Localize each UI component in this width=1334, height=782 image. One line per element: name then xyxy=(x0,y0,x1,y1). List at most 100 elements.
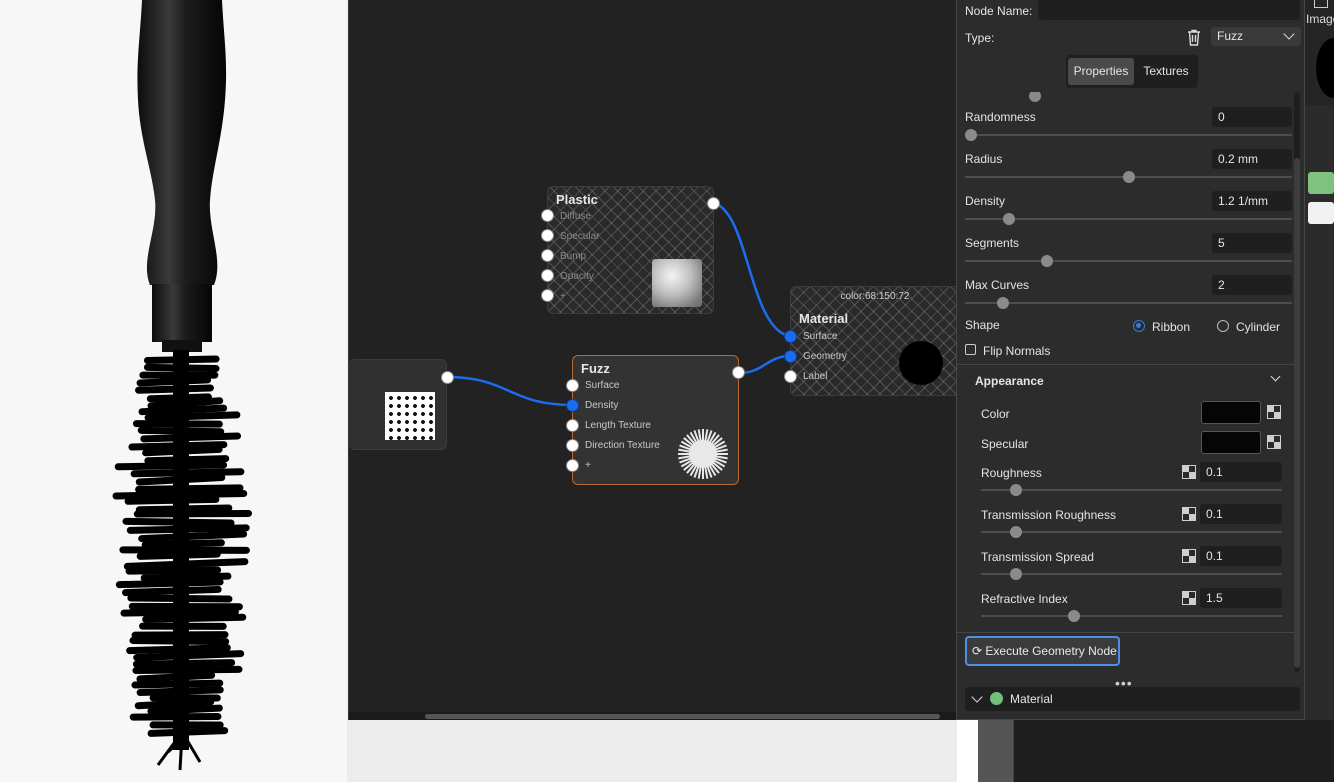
bristle xyxy=(143,363,220,373)
randomness-slider[interactable] xyxy=(965,129,1292,141)
fuzz-surface-socket[interactable] xyxy=(566,379,579,392)
color-label: Color xyxy=(981,407,1010,421)
refresh-icon: ⟳ xyxy=(972,644,983,658)
randomness-field[interactable]: 0 xyxy=(1212,107,1292,127)
texture-checker-icon[interactable] xyxy=(1182,465,1196,479)
material-label-socket[interactable] xyxy=(784,370,797,383)
material-node-title: Material xyxy=(799,311,849,326)
max-curves-label: Max Curves xyxy=(965,278,1030,292)
fuzz-length-texture-socket[interactable] xyxy=(566,419,579,432)
bristle xyxy=(125,566,222,575)
plastic-output-socket[interactable] xyxy=(707,197,720,210)
texture-output-socket[interactable] xyxy=(441,371,454,384)
render-viewport[interactable] xyxy=(0,0,348,782)
max-curves-slider[interactable] xyxy=(965,297,1292,309)
transmission-roughness-field[interactable]: 0.1 xyxy=(1200,504,1282,524)
bristle xyxy=(140,432,242,443)
texture-node[interactable] xyxy=(349,359,454,450)
material-preview xyxy=(899,341,943,385)
slider-thumb[interactable] xyxy=(1067,610,1080,622)
trash-icon[interactable] xyxy=(1186,29,1202,46)
slider-thumb[interactable] xyxy=(1122,171,1135,183)
chevron-down-icon[interactable] xyxy=(1270,371,1281,382)
type-select[interactable]: Fuzz xyxy=(1211,27,1301,46)
plastic-specular-socket[interactable] xyxy=(541,229,554,242)
max-curves-field[interactable]: 2 xyxy=(1212,275,1292,295)
material-node[interactable]: color:68:150:72 Material Surface Geometr… xyxy=(784,286,958,396)
refractive-index-field[interactable]: 1.5 xyxy=(1200,588,1282,608)
bristle xyxy=(143,355,220,364)
radius-field[interactable]: 0.2 mm xyxy=(1212,149,1292,169)
material-port-label: Surface xyxy=(803,331,838,342)
plastic-opacity-socket[interactable] xyxy=(541,269,554,282)
panel-scrollbar[interactable] xyxy=(1294,92,1300,672)
plastic-diffuse-socket[interactable] xyxy=(541,209,554,222)
plastic-node-title: Plastic xyxy=(556,192,598,207)
slider-thumb[interactable] xyxy=(1040,255,1053,267)
image-preview xyxy=(1316,38,1334,98)
specular-well[interactable] xyxy=(1201,431,1261,454)
texture-checker-icon[interactable] xyxy=(1182,591,1196,605)
slider-thumb[interactable] xyxy=(1002,213,1015,225)
plastic-node[interactable]: Plastic Diffuse Specular Bump Opacity + xyxy=(541,186,720,314)
plastic-port-label: + xyxy=(560,291,566,302)
node-editor-scrollbar[interactable] xyxy=(349,712,958,720)
bristle xyxy=(142,445,223,457)
slider-thumb[interactable] xyxy=(996,297,1009,309)
radius-slider[interactable] xyxy=(965,171,1292,183)
fuzz-output-socket[interactable] xyxy=(732,366,745,379)
texture-checker-icon[interactable] xyxy=(1182,507,1196,521)
scrollbar-thumb[interactable] xyxy=(425,714,940,719)
fuzz-direction-texture-socket[interactable] xyxy=(566,439,579,452)
side-swatch-white[interactable] xyxy=(1308,202,1334,224)
slider-thumb[interactable] xyxy=(1009,526,1022,538)
refractive-index-slider[interactable] xyxy=(981,610,1282,622)
bristle xyxy=(142,613,247,623)
material-list-item[interactable]: Material xyxy=(965,687,1300,711)
fuzz-port-label: Length Texture xyxy=(585,420,651,431)
roughness-slider[interactable] xyxy=(981,484,1282,496)
node-name-input[interactable] xyxy=(1038,0,1300,20)
density-field[interactable]: 1.2 1/mm xyxy=(1212,191,1292,211)
plastic-bump-socket[interactable] xyxy=(541,249,554,262)
slider-thumb[interactable] xyxy=(1009,484,1022,496)
fuzz-density-socket[interactable] xyxy=(566,399,579,412)
node-editor-canvas[interactable]: Plastic Diffuse Specular Bump Opacity + … xyxy=(348,0,958,720)
cylinder-radio[interactable] xyxy=(1217,320,1229,332)
scrollbar-thumb[interactable] xyxy=(1294,158,1300,668)
fuzz-node[interactable]: Fuzz Surface Density Length Texture Dire… xyxy=(566,355,745,485)
transmission-spread-slider[interactable] xyxy=(981,568,1282,580)
segments-slider[interactable] xyxy=(965,255,1292,267)
tab-textures[interactable]: Textures xyxy=(1136,58,1196,85)
transmission-roughness-slider[interactable] xyxy=(981,526,1282,538)
density-label: Density xyxy=(965,194,1006,208)
slider-thumb[interactable] xyxy=(1029,92,1041,102)
execute-geometry-node-button[interactable]: ⟳ Execute Geometry Node xyxy=(965,636,1120,666)
plastic-add-socket[interactable] xyxy=(541,289,554,302)
image-tab[interactable]: Image xyxy=(1304,0,1334,105)
texture-checker-icon[interactable] xyxy=(1182,549,1196,563)
roughness-field[interactable]: 0.1 xyxy=(1200,462,1282,482)
chevron-down-icon xyxy=(1283,28,1295,40)
transmission-spread-field[interactable]: 0.1 xyxy=(1200,546,1282,566)
flip-normals-checkbox[interactable] xyxy=(965,344,976,355)
texture-checker-icon[interactable] xyxy=(1267,405,1281,419)
bristle xyxy=(134,698,215,710)
side-swatch-green[interactable] xyxy=(1308,172,1334,194)
slider-thumb[interactable] xyxy=(965,129,977,141)
ribbon-radio[interactable] xyxy=(1133,320,1145,332)
appearance-header[interactable]: Appearance xyxy=(975,374,1044,388)
dock-handle xyxy=(978,720,1013,782)
bristle xyxy=(122,517,235,527)
properties-scroll-area[interactable]: Randomness 0 Radius 0.2 mm Density 1.2 1… xyxy=(957,92,1297,690)
slider-thumb[interactable] xyxy=(1009,568,1022,580)
density-slider[interactable] xyxy=(965,213,1292,225)
chevron-down-icon[interactable] xyxy=(971,691,983,703)
material-surface-socket[interactable] xyxy=(784,330,797,343)
segments-field[interactable]: 5 xyxy=(1212,233,1292,253)
texture-checker-icon[interactable] xyxy=(1267,435,1281,449)
tab-properties[interactable]: Properties xyxy=(1068,58,1134,85)
material-geometry-socket[interactable] xyxy=(784,350,797,363)
fuzz-add-socket[interactable] xyxy=(566,459,579,472)
color-well[interactable] xyxy=(1201,401,1261,424)
